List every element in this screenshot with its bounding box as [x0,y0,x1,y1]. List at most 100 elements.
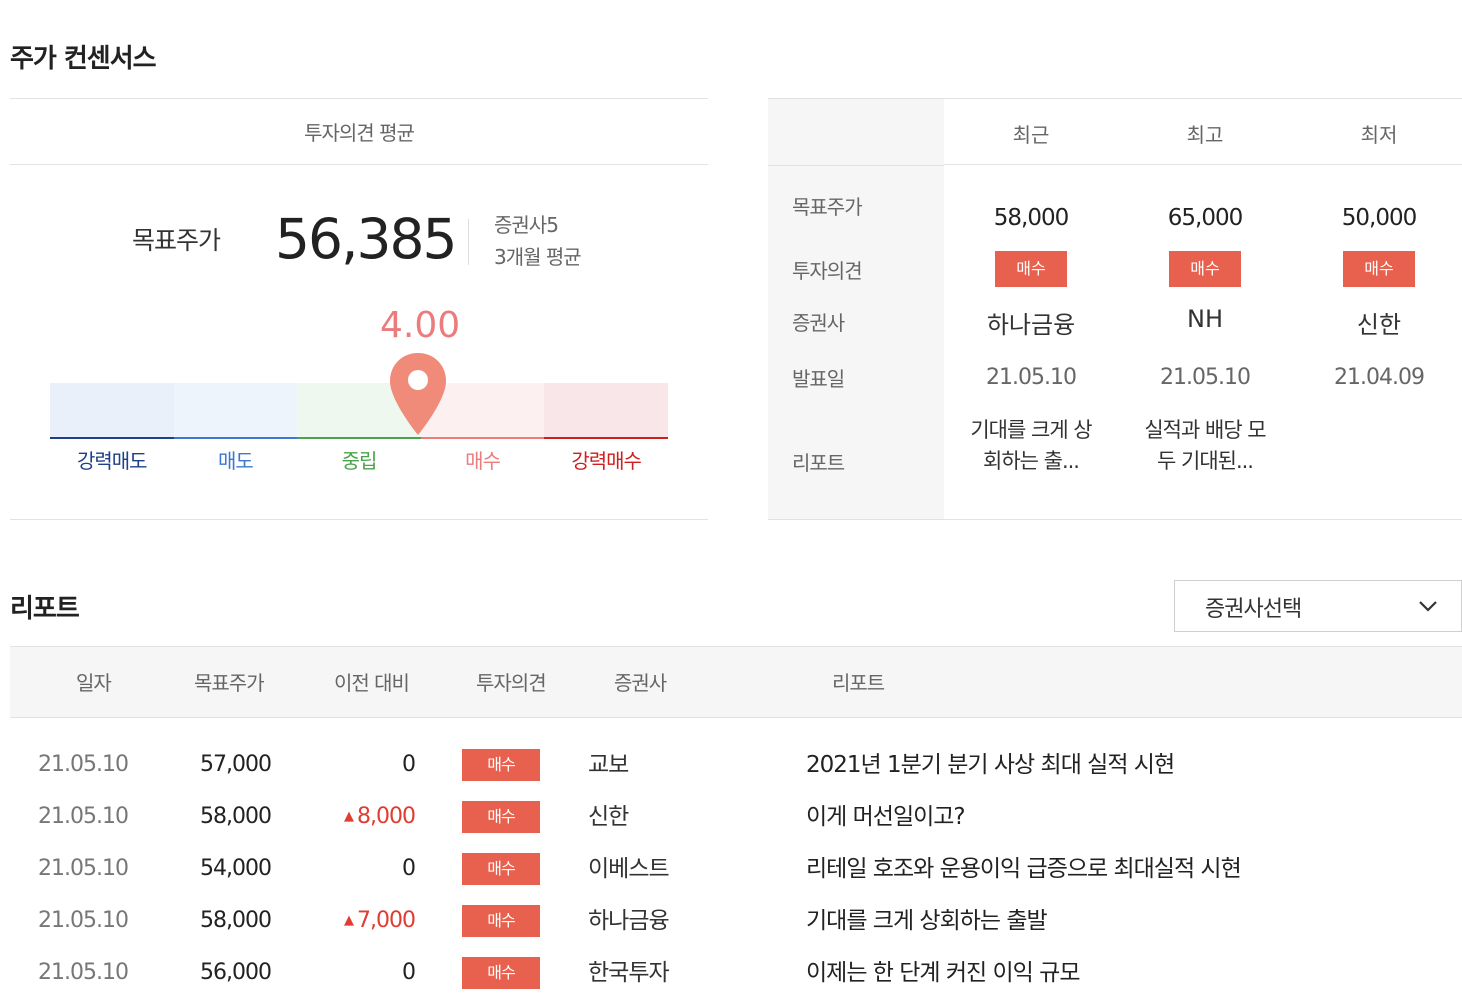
low-price: 50,000 [1341,205,1417,231]
recent-opinion-cell: 매수 [944,251,1118,287]
recent-report-line1[interactable]: 기대를 크게 상 [944,415,1118,446]
row-change: 8,000 [357,804,416,829]
recent-price: 58,000 [993,205,1069,231]
row-change-cell: ▲ 8,000 [300,802,416,835]
row-change: 0 [402,856,416,881]
col-date: 일자 [76,671,112,695]
chevron-down-icon [1419,601,1437,612]
row-opinion-badge: 매수 [462,957,540,989]
col-change: 이전 대비 [334,671,410,695]
col-opinion: 투자의견 [476,671,547,695]
target-price-label: 목표주가 [132,226,221,255]
low-opinion-badge: 매수 [1343,251,1415,287]
up-triangle-icon: ▲ [344,913,354,928]
table-row[interactable]: 21.05.10 58,000 ▲ 7,000 매수 하나금융 기대를 크게 상회… [0,905,1462,958]
table-row[interactable]: 21.05.10 54,000 0 매수 이베스트 리테일 호조와 운용이익 급… [0,853,1462,906]
recent-report-line2[interactable]: 회하는 출... [944,446,1118,477]
opinion-average-header: 투자의견 평균 [10,99,708,165]
consensus-title: 주가 컨센서스 [10,44,157,74]
row-firm: 교보 [588,752,629,778]
row-firm: 하나금융 [588,908,670,934]
row-change: 0 [402,960,416,985]
report-table-header: 일자 목표주가 이전 대비 투자의견 증권사 리포트 [10,646,1462,718]
average-period: 3개월 평균 [494,245,582,269]
row-label-opinion: 투자의견 [792,259,863,283]
row-firm: 신한 [588,804,629,830]
row-opinion-cell: 매수 [462,853,540,885]
firm-count: 증권사5 [494,213,559,237]
gauge-labels: 강력매도 매도 중립 매수 강력매수 [50,445,668,474]
row-firm: 한국투자 [588,960,670,986]
row-report-title[interactable]: 이제는 한 단계 커진 이익 규모 [806,958,1080,988]
row-price: 54,000 [200,856,272,881]
recent-report-link[interactable]: 기대를 크게 상 회하는 출... [944,415,1118,477]
gauge-label-strong-sell: 강력매도 [76,449,148,473]
broker-select-label: 증권사선택 [1205,597,1302,622]
row-change-cell: ▲ 7,000 [300,906,416,939]
row-opinion-cell: 매수 [462,957,540,989]
row-date: 21.05.10 [38,960,129,985]
gauge-strong-sell [50,383,174,439]
row-change: 0 [402,752,416,777]
gauge-sell [173,383,298,439]
summary-head-high: 최고 [1186,123,1224,147]
high-report-line1[interactable]: 실적과 배당 모 [1118,415,1292,446]
row-opinion-badge: 매수 [462,905,540,937]
row-label-firm: 증권사 [792,311,845,335]
row-price: 58,000 [200,804,272,829]
low-opinion-cell: 매수 [1292,251,1462,287]
table-row[interactable]: 21.05.10 57,000 0 매수 교보 2021년 1분기 분기 사상 … [0,749,1462,802]
row-date: 21.05.10 [38,856,129,881]
row-price: 56,000 [200,960,272,985]
table-row[interactable]: 21.05.10 56,000 0 매수 한국투자 이제는 한 단계 커진 이익… [0,957,1462,1006]
target-price-value: 56,385 [275,207,457,271]
gauge-label-neutral: 중립 [341,449,378,473]
high-date: 21.05.10 [1160,365,1251,390]
gauge-strong-buy [544,383,668,439]
row-firm: 이베스트 [588,856,670,882]
row-label-report: 리포트 [792,451,845,475]
gauge-label-sell: 매도 [217,449,254,473]
high-firm: NH [1187,305,1223,333]
summary-header-row: 최근 최고 최저 [944,99,1462,165]
low-firm: 신한 [1356,311,1402,339]
opinion-gauge [50,383,668,439]
row-report-title[interactable]: 리테일 호조와 운용이익 급증으로 최대실적 시현 [806,854,1242,884]
high-report-line2[interactable]: 두 기대된... [1118,446,1292,477]
row-label-target-price: 목표주가 [792,195,863,219]
price-summary-card: 최근 최고 최저 목표주가 투자의견 증권사 발표일 리포트 58,000 매수… [768,98,1462,520]
row-change: 7,000 [357,908,416,933]
row-report-title[interactable]: 이게 머선일이고? [806,802,966,832]
high-price: 65,000 [1167,205,1243,231]
row-date: 21.05.10 [38,804,129,829]
row-report-title[interactable]: 기대를 크게 상회하는 출발 [806,906,1048,936]
low-date: 21.04.09 [1334,365,1425,390]
opinion-score: 4.00 [380,305,461,346]
row-price: 57,000 [200,752,272,777]
col-report: 리포트 [832,671,885,695]
score-pin-icon [390,353,446,435]
up-triangle-icon: ▲ [344,809,354,824]
summary-head-low: 최저 [1360,123,1398,147]
row-report-title[interactable]: 2021년 1분기 분기 사상 최대 실적 시현 [806,750,1175,780]
row-date: 21.05.10 [38,908,129,933]
high-opinion-badge: 매수 [1169,251,1241,287]
row-opinion-badge: 매수 [462,801,540,833]
row-opinion-cell: 매수 [462,905,540,937]
gauge-label-buy: 매수 [465,449,501,473]
row-opinion-cell: 매수 [462,749,540,781]
recent-date: 21.05.10 [986,365,1077,390]
high-opinion-cell: 매수 [1118,251,1292,287]
high-report-link[interactable]: 실적과 배당 모 두 기대된... [1118,415,1292,477]
row-label-date: 발표일 [792,367,845,391]
recent-firm: 하나금융 [986,311,1076,339]
table-row[interactable]: 21.05.10 58,000 ▲ 8,000 매수 신한 이게 머선일이고? [0,801,1462,854]
gauge-label-strong-buy: 강력매수 [571,449,642,473]
reports-title: 리포트 [10,594,80,624]
broker-select-dropdown[interactable]: 증권사선택 [1174,580,1462,632]
row-opinion-badge: 매수 [462,853,540,885]
row-opinion-badge: 매수 [462,749,540,781]
summary-label-divider [768,165,944,166]
col-target-price: 목표주가 [194,671,265,695]
row-date: 21.05.10 [38,752,129,777]
